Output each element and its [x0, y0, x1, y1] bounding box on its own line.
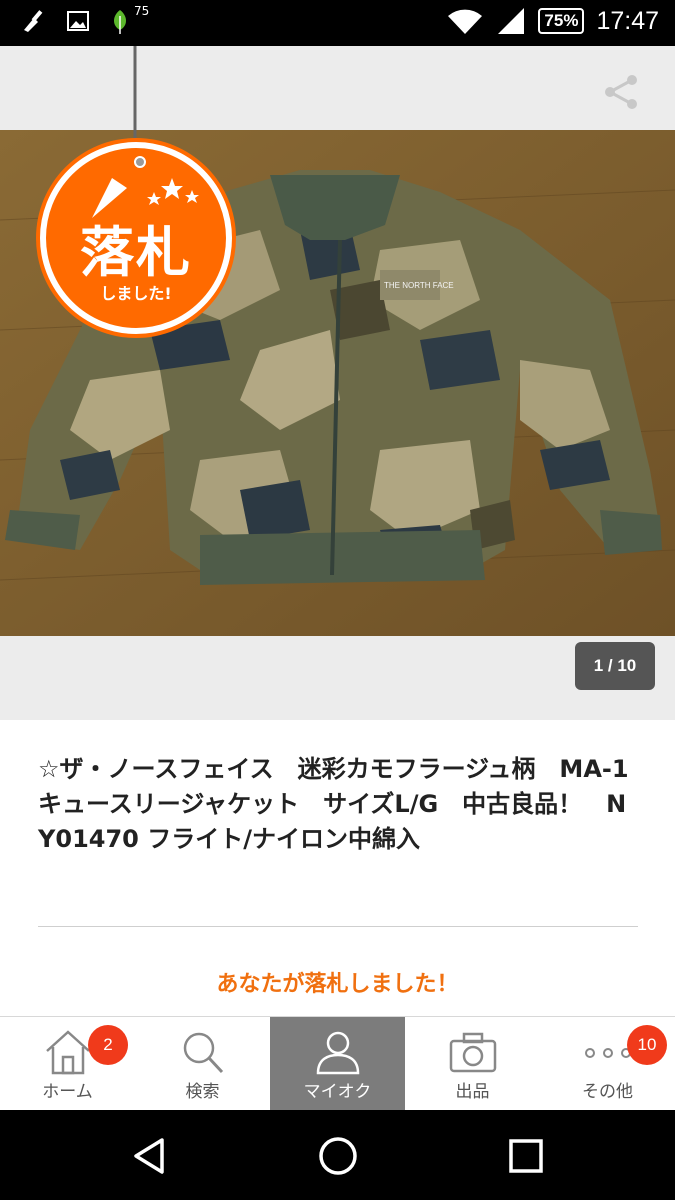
photo-counter: 1 / 10 — [575, 642, 655, 690]
search-icon — [183, 1032, 223, 1074]
sold-tag-sub: しました! — [100, 284, 172, 303]
share-icon[interactable] — [601, 72, 641, 112]
home-nav-icon[interactable] — [316, 1134, 360, 1178]
screen: 75 75% 17:47 THE NORTH FACE 1 / 10 落札 しま… — [0, 0, 675, 1200]
android-nav-bar — [0, 1110, 675, 1200]
bottom-tab-bar: ホーム 2 検索 マイオク 出品 その他 10 — [0, 1016, 675, 1110]
app-header — [0, 46, 675, 130]
more-icon — [584, 1048, 631, 1058]
tab-myauction-label: マイオク — [303, 1082, 372, 1102]
status-bar: 75 75% 17:47 — [0, 0, 675, 46]
item-title: ☆ザ・ノースフェイス 迷彩カモフラージュ柄 MA-1 キュースリージャケット サ… — [38, 755, 653, 853]
tab-home-label: ホーム — [42, 1082, 93, 1102]
won-message: あなたが落札しました！ — [216, 972, 459, 997]
status-clock: 17:47 — [596, 6, 659, 35]
tab-home[interactable]: ホーム 2 — [0, 1017, 135, 1110]
tab-myauction[interactable]: マイオク — [270, 1017, 405, 1110]
jacket-brand-print: THE NORTH FACE — [384, 281, 454, 290]
broom-icon — [24, 10, 43, 32]
battery-indicator: 75% — [538, 8, 585, 34]
tab-sell[interactable]: 出品 — [405, 1017, 540, 1110]
back-icon[interactable] — [128, 1134, 172, 1178]
tab-more-label: その他 — [582, 1082, 633, 1102]
divider — [38, 926, 638, 927]
tab-sell-label: 出品 — [455, 1082, 490, 1102]
photo-footer: 1 / 10 — [0, 636, 675, 720]
sold-tag: 落札 しました! — [40, 142, 232, 334]
sold-tag-main: 落札 — [80, 221, 192, 284]
home-icon — [45, 1030, 90, 1075]
tab-more[interactable]: その他 10 — [540, 1017, 675, 1110]
leaf-count: 75 — [134, 4, 150, 18]
recents-icon[interactable] — [504, 1134, 548, 1178]
wifi-icon — [448, 9, 483, 34]
signal-icon — [498, 8, 525, 34]
home-badge: 2 — [88, 1025, 128, 1065]
tab-search-label: 検索 — [185, 1082, 220, 1102]
leaf-icon — [114, 10, 126, 34]
tab-search[interactable]: 検索 — [135, 1017, 270, 1110]
more-badge: 10 — [627, 1025, 667, 1065]
camera-icon — [449, 1032, 496, 1073]
image-icon — [67, 11, 89, 31]
user-icon — [316, 1031, 359, 1075]
tag-hole — [134, 156, 146, 168]
